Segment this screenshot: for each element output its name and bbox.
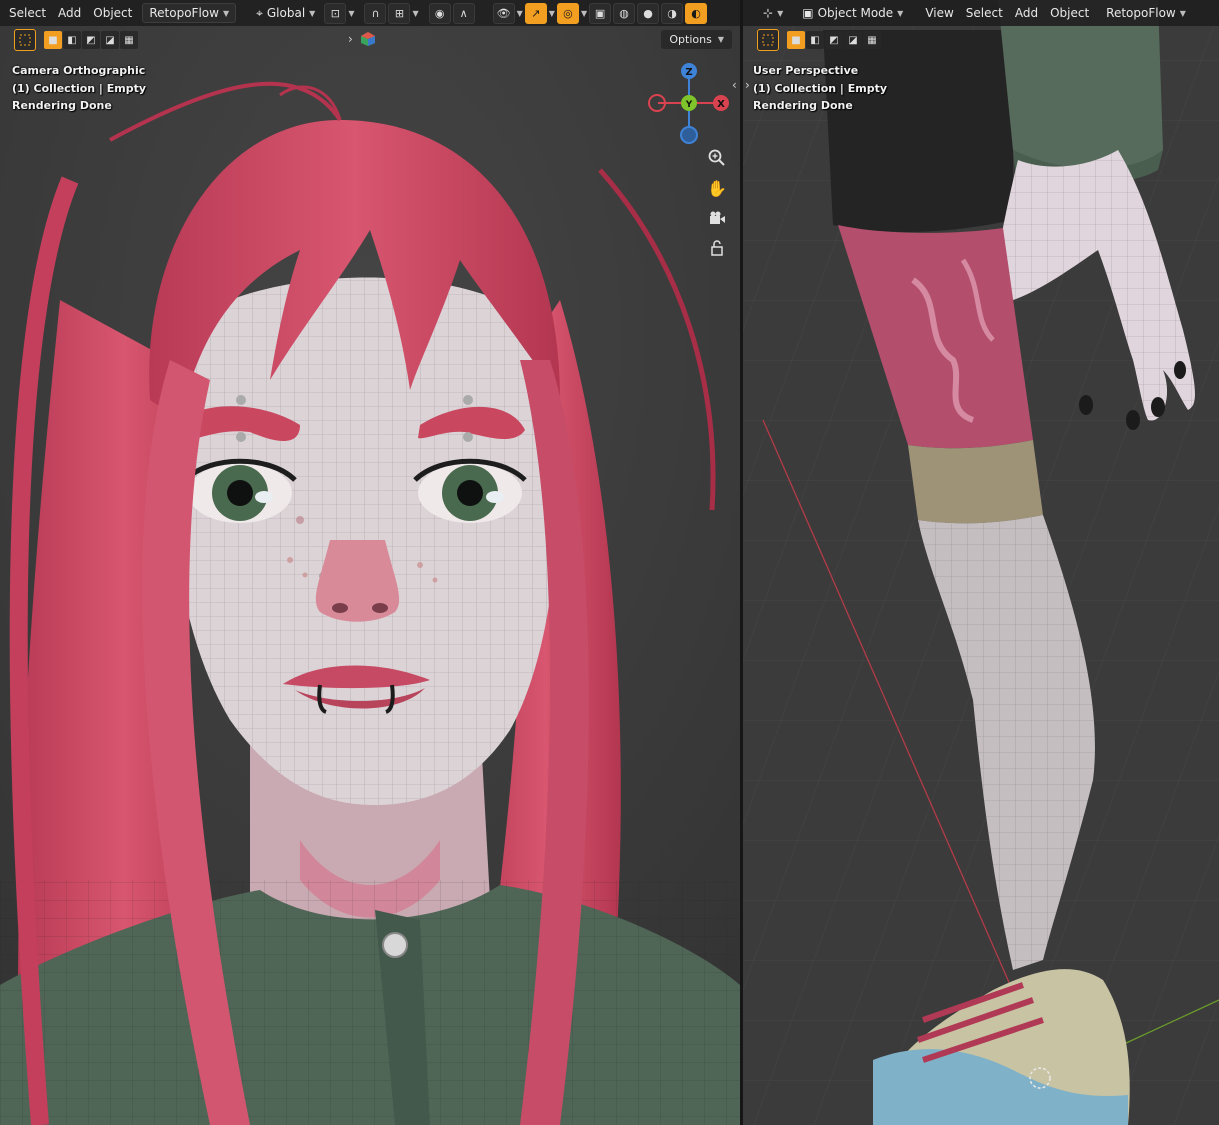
chevron-down-icon[interactable]: ▼ (581, 9, 587, 18)
falloff-icon[interactable]: ∧ (452, 2, 475, 24)
retopoflow-label: RetopoFlow (149, 6, 219, 20)
chevron-down-icon[interactable]: ▼ (348, 9, 354, 18)
left-viewport-header: Select Add Object RetopoFlow ▼ ⌖ Global … (0, 0, 740, 26)
dashed-box-icon (762, 34, 774, 46)
snap-magnet-icon[interactable]: ∩ (364, 2, 387, 24)
chevron-down-icon: ▼ (222, 8, 230, 18)
overlay-icon[interactable]: ◎ (556, 2, 579, 24)
left-3d-viewport[interactable]: Select Add Object RetopoFlow ▼ ⌖ Global … (0, 0, 740, 1125)
color-cube-icon[interactable] (361, 31, 375, 46)
select-mode-intersect-icon[interactable]: ▦ (120, 31, 138, 49)
select-mode-intersect-icon[interactable]: ▦ (863, 31, 881, 49)
snap-target-icon[interactable]: ⊞ (388, 2, 411, 24)
visibility-icon[interactable]: 👁 (492, 2, 515, 24)
chevron-down-icon[interactable]: ▼ (412, 9, 418, 18)
retopoflow-dropdown[interactable]: RetopoFlow ▼ (142, 3, 237, 23)
select-mode-difference-icon[interactable]: ◪ (101, 31, 119, 49)
character-portrait-render (0, 0, 740, 1125)
toolbar-toggle-chevron-icon[interactable]: › (745, 78, 750, 92)
shading-wireframe-icon[interactable]: ◍ (613, 2, 636, 24)
proportional-edit-icon[interactable]: ◉ (428, 2, 451, 24)
select-mode-extend-icon[interactable]: ◧ (63, 31, 81, 49)
right-tool-settings-bar: ■ ◧ ◩ ◪ ▦ (743, 27, 1219, 53)
viewport-info-overlay: Camera Orthographic (1) Collection | Emp… (12, 62, 146, 115)
chevron-right-icon[interactable]: › (348, 32, 353, 46)
chevron-down-icon: ▼ (309, 8, 316, 18)
select-box-tool-icon[interactable] (14, 29, 36, 51)
xray-icon[interactable]: ▣ (589, 2, 612, 24)
gizmo-x-label: X (717, 99, 725, 110)
zoom-icon[interactable] (705, 146, 729, 170)
orientation-label: Global (266, 6, 306, 20)
render-status-text: Rendering Done (753, 99, 853, 112)
options-button[interactable]: Options ▼ (661, 30, 732, 49)
editor-type-dropdown[interactable]: ⊹ ▼ (756, 3, 790, 23)
menu-object[interactable]: Object (1045, 3, 1094, 23)
orientation-axes-icon: ⌖ (256, 5, 263, 20)
object-mode-dropdown[interactable]: ▣ Object Mode ▼ (795, 3, 910, 23)
select-mode-extend-icon[interactable]: ◧ (806, 31, 824, 49)
select-mode-new-icon[interactable]: ■ (787, 31, 805, 49)
gizmo-z-label: Z (685, 67, 692, 78)
gizmo-neg-z-axis[interactable] (680, 126, 698, 144)
chevron-down-icon: ▼ (897, 8, 904, 18)
gizmo-y-label: Y (685, 100, 693, 110)
pivot-point-icon[interactable]: ⊡ (324, 2, 347, 24)
chevron-down-icon[interactable]: ▼ (549, 9, 555, 18)
right-3d-viewport[interactable]: ⊹ ▼ ▣ Object Mode ▼ View Select Add Obje… (743, 0, 1219, 1125)
object-mode-icon: ▣ (802, 6, 814, 20)
view-name-text: Camera Orthographic (12, 64, 146, 77)
retopoflow-label: RetopoFlow (1106, 6, 1176, 20)
menu-view[interactable]: View (920, 3, 958, 23)
character-leg-render (743, 0, 1219, 1125)
shading-material-icon[interactable]: ◑ (661, 2, 684, 24)
3d-viewport-editor-icon: ⊹ (763, 6, 774, 20)
lock-camera-icon[interactable] (705, 236, 729, 260)
render-status-text: Rendering Done (12, 99, 112, 112)
select-mode-subtract-icon[interactable]: ◩ (82, 31, 100, 49)
chevron-down-icon: ▼ (777, 8, 784, 18)
camera-view-icon[interactable] (705, 206, 729, 230)
menu-add[interactable]: Add (53, 3, 86, 23)
retopoflow-dropdown[interactable]: RetopoFlow ▼ (1099, 3, 1193, 23)
transform-orientation-dropdown[interactable]: ⌖ Global ▼ (249, 3, 322, 24)
right-viewport-header: ⊹ ▼ ▣ Object Mode ▼ View Select Add Obje… (743, 0, 1219, 26)
shading-solid-icon[interactable]: ● (637, 2, 660, 24)
select-mode-difference-icon[interactable]: ◪ (844, 31, 862, 49)
viewport-info-overlay: User Perspective (1) Collection | Empty … (753, 62, 887, 115)
menu-object[interactable]: Object (88, 3, 137, 23)
collection-text: (1) Collection | Empty (12, 81, 147, 95)
select-mode-subtract-icon[interactable]: ◩ (825, 31, 843, 49)
select-mode-new-icon[interactable]: ■ (44, 31, 62, 49)
view-name-text: User Perspective (753, 64, 859, 77)
navigation-gizmo[interactable]: Z X Y (646, 60, 732, 146)
shading-rendered-icon[interactable]: ◐ (685, 2, 708, 24)
pan-hand-icon[interactable]: ✋ (705, 176, 729, 200)
chevron-down-icon: ▼ (717, 35, 724, 44)
options-label: Options (669, 33, 712, 46)
menu-select[interactable]: Select (4, 3, 51, 23)
menu-select[interactable]: Select (961, 3, 1008, 23)
chevron-down-icon: ▼ (1179, 8, 1186, 18)
object-mode-label: Object Mode (817, 6, 894, 20)
collection-text: (1) Collection | Empty (753, 81, 888, 95)
gizmo-icon[interactable]: ↗ (524, 2, 547, 24)
select-box-tool-icon[interactable] (757, 29, 779, 51)
sidebar-toggle-chevron-icon[interactable]: ‹ (732, 78, 737, 92)
dashed-box-icon (19, 34, 31, 46)
menu-add[interactable]: Add (1010, 3, 1043, 23)
chevron-down-icon[interactable]: ▼ (517, 9, 523, 18)
